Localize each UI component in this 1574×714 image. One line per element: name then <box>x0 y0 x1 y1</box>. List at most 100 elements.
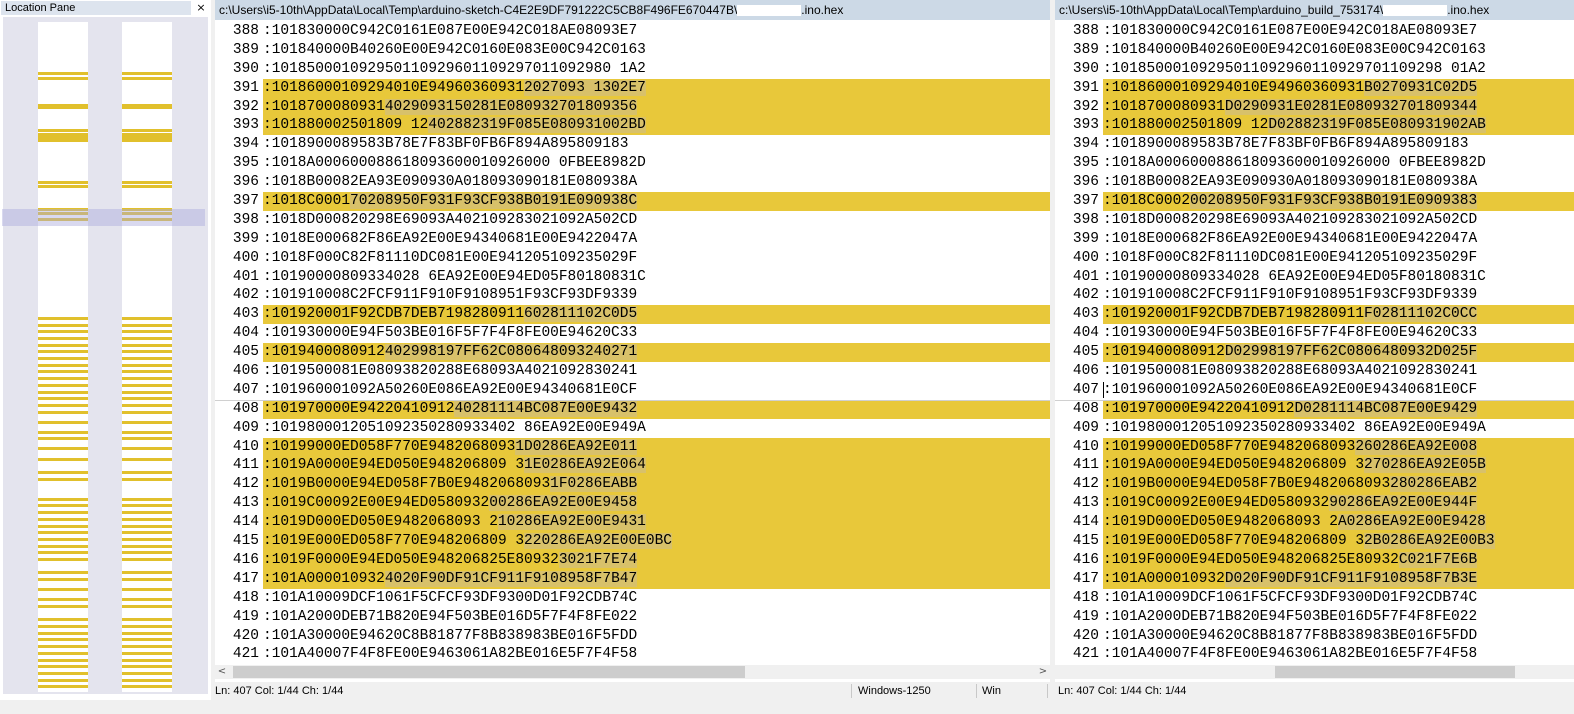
diff-location-mark[interactable] <box>122 632 172 635</box>
code-line[interactable]: 399:1018E000682F86EA92E00E94340681E00E94… <box>1055 230 1574 249</box>
code-line[interactable]: 408:101970000E94220410912D0281114BC087E0… <box>1055 399 1574 419</box>
diff-location-mark[interactable] <box>122 447 172 450</box>
diff-location-mark[interactable] <box>122 598 172 601</box>
diff-location-mark[interactable] <box>122 404 172 407</box>
diff-location-mark[interactable] <box>38 129 88 132</box>
code-line[interactable]: 392:10187000809314029093150281E080932701… <box>215 97 1050 117</box>
diff-location-mark[interactable] <box>38 431 88 434</box>
left-scroll-thumb[interactable] <box>233 666 745 678</box>
scroll-left-arrow-icon[interactable]: < <box>215 665 229 679</box>
code-line[interactable]: 396:1018B00082EA93E090930A018093090181E0… <box>1055 173 1574 192</box>
diff-location-mark[interactable] <box>122 571 172 574</box>
diff-location-mark[interactable] <box>122 458 172 461</box>
location-column-left[interactable] <box>38 22 88 692</box>
diff-location-mark[interactable] <box>122 531 172 534</box>
diff-location-mark[interactable] <box>38 665 88 668</box>
diff-location-mark[interactable] <box>38 185 88 188</box>
diff-location-mark[interactable] <box>38 645 88 648</box>
diff-location-mark[interactable] <box>122 397 172 400</box>
code-line[interactable]: 388:101830000C942C0161E087E00E942C018AE0… <box>215 22 1050 41</box>
diff-location-mark[interactable] <box>122 525 172 528</box>
diff-location-mark[interactable] <box>122 384 172 387</box>
diff-location-mark[interactable] <box>38 685 88 688</box>
code-line[interactable]: 419:101A2000DEB71B820E94F503BE016D5F7F4F… <box>1055 608 1574 627</box>
code-line[interactable]: 405:1019400080912402998197FF62C080648093… <box>215 343 1050 363</box>
diff-location-mark[interactable] <box>38 106 88 109</box>
location-viewport-indicator[interactable] <box>2 209 205 226</box>
scroll-right-arrow-icon[interactable]: > <box>1036 665 1050 679</box>
diff-location-mark[interactable] <box>38 72 88 75</box>
diff-location-mark[interactable] <box>38 511 88 514</box>
diff-location-mark[interactable] <box>122 625 172 628</box>
code-line[interactable]: 407:101960001092A50260E086EA92E00E943406… <box>215 381 1050 400</box>
code-line[interactable]: 390:101850001092950110929601109297011092… <box>1055 60 1574 79</box>
diff-location-mark[interactable] <box>38 391 88 394</box>
diff-location-mark[interactable] <box>122 139 172 142</box>
code-line[interactable]: 389:101840000B40260E00E942C0160E083E00C9… <box>215 41 1050 60</box>
diff-location-mark[interactable] <box>122 330 172 333</box>
diff-location-mark[interactable] <box>38 588 88 591</box>
code-line[interactable]: 389:101840000B40260E00E942C0160E083E00C9… <box>1055 41 1574 60</box>
code-line[interactable]: 398:1018D000820298E69093A402109283021092… <box>1055 211 1574 230</box>
code-line[interactable]: 410:10199000ED058F770E9482068093260286EA… <box>1055 437 1574 457</box>
diff-location-mark[interactable] <box>122 370 172 373</box>
diff-location-mark[interactable] <box>122 337 172 340</box>
diff-location-mark[interactable] <box>38 344 88 347</box>
diff-location-mark[interactable] <box>38 471 88 474</box>
code-line[interactable]: 393:101880002501809 12402882319F085E0809… <box>215 116 1050 136</box>
code-line[interactable]: 406:1019500081E08093820288E68093A4021092… <box>215 362 1050 381</box>
code-line[interactable]: 400:1018F000C82F81110DC081E00E9412051092… <box>215 249 1050 268</box>
diff-location-mark[interactable] <box>38 421 88 424</box>
diff-location-mark[interactable] <box>122 77 172 80</box>
diff-location-mark[interactable] <box>38 181 88 184</box>
code-line[interactable]: 401:10190000809334028 6EA92E00E94ED05F80… <box>1055 268 1574 287</box>
diff-location-mark[interactable] <box>122 605 172 608</box>
code-line[interactable]: 400:1018F000C82F81110DC081E00E9412051092… <box>1055 249 1574 268</box>
diff-location-mark[interactable] <box>122 391 172 394</box>
code-line[interactable]: 421:101A40007F4F8FE00E9463061A82BE016E5F… <box>215 645 1050 664</box>
diff-location-mark[interactable] <box>38 679 88 682</box>
diff-location-mark[interactable] <box>122 185 172 188</box>
code-line[interactable]: 395:1018A000600088618093600010926000 0FB… <box>215 154 1050 173</box>
diff-location-mark[interactable] <box>122 679 172 682</box>
diff-location-mark[interactable] <box>38 551 88 554</box>
diff-location-mark[interactable] <box>38 632 88 635</box>
diff-location-mark[interactable] <box>122 545 172 548</box>
diff-location-mark[interactable] <box>122 344 172 347</box>
code-line[interactable]: 413:1019C00092E00E94ED058093200286EA92E0… <box>215 494 1050 514</box>
diff-location-mark[interactable] <box>38 437 88 440</box>
diff-location-mark[interactable] <box>122 421 172 424</box>
diff-location-mark[interactable] <box>38 531 88 534</box>
diff-location-mark[interactable] <box>38 447 88 450</box>
diff-location-mark[interactable] <box>122 518 172 521</box>
diff-location-mark[interactable] <box>122 498 172 501</box>
diff-location-mark[interactable] <box>122 129 172 132</box>
diff-location-mark[interactable] <box>38 659 88 662</box>
diff-location-mark[interactable] <box>38 404 88 407</box>
diff-location-mark[interactable] <box>122 106 172 109</box>
diff-location-mark[interactable] <box>38 618 88 621</box>
code-line[interactable]: 405:1019400080912D02998197FF62C080648093… <box>1055 343 1574 363</box>
diff-location-mark[interactable] <box>122 437 172 440</box>
code-line[interactable]: 419:101A2000DEB71B820E94F503BE016D5F7F4F… <box>215 608 1050 627</box>
diff-location-mark[interactable] <box>122 181 172 184</box>
close-icon[interactable]: × <box>194 1 208 15</box>
code-line[interactable]: 414:1019D000ED050E9482068093 210286EA92E… <box>215 513 1050 533</box>
code-line[interactable]: 416:1019F0000E94ED050E948206825E80932C02… <box>1055 550 1574 570</box>
code-line[interactable]: 392:1018700080931D0290931E0281E080932701… <box>1055 97 1574 117</box>
diff-location-mark[interactable] <box>38 518 88 521</box>
code-line[interactable]: 417:101A0000109324020F90DF91CF911F910895… <box>215 569 1050 589</box>
line-ending-indicator[interactable]: Win <box>982 682 1001 700</box>
code-line[interactable]: 412:1019B0000E94ED058F7B0E94820680931F02… <box>215 475 1050 495</box>
diff-location-mark[interactable] <box>38 605 88 608</box>
left-code-area[interactable]: 388:101830000C942C0161E087E00E942C018AE0… <box>215 22 1050 664</box>
code-line[interactable]: 410:10199000ED058F770E94820680931D0286EA… <box>215 437 1050 457</box>
diff-location-mark[interactable] <box>38 578 88 581</box>
code-line[interactable]: 417:101A000010932D020F90DF91CF911F910895… <box>1055 569 1574 589</box>
code-line[interactable]: 420:101A30000E94620C8B81877F8B838983BE01… <box>1055 627 1574 646</box>
diff-location-mark[interactable] <box>122 618 172 621</box>
diff-location-mark[interactable] <box>122 685 172 688</box>
code-line[interactable]: 416:1019F0000E94ED050E948206825E80932302… <box>215 550 1050 570</box>
diff-location-mark[interactable] <box>122 538 172 541</box>
code-line[interactable]: 411:1019A0000E94ED050E948206809 3270286E… <box>1055 456 1574 476</box>
